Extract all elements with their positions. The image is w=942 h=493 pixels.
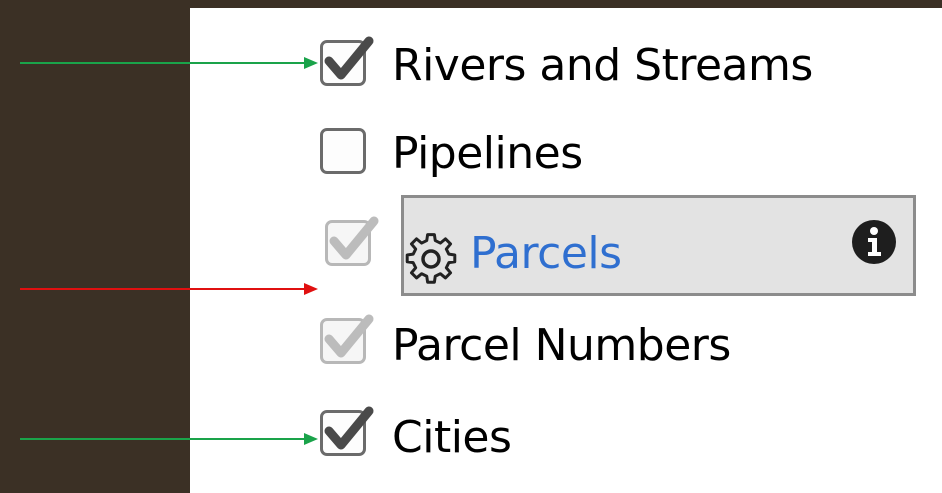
checkmark-icon (324, 406, 374, 450)
left-dark-strip (0, 0, 190, 493)
gear-icon[interactable] (398, 226, 464, 292)
layer-checkbox-cities[interactable] (320, 406, 374, 456)
layer-label: Cities (392, 412, 512, 463)
layer-checkbox-parcel-numbers[interactable] (320, 314, 374, 364)
layer-label: Parcel Numbers (392, 320, 731, 371)
layer-checkbox-rivers[interactable] (320, 36, 374, 86)
layer-label-selected: Parcels (470, 228, 622, 279)
checkmark-icon (329, 216, 379, 260)
checkmark-icon (324, 36, 374, 80)
layer-checkbox-parcels[interactable] (325, 216, 379, 266)
layer-label: Pipelines (392, 128, 583, 179)
layer-checkbox-pipelines[interactable] (320, 128, 366, 174)
checkmark-icon (324, 314, 374, 358)
info-icon[interactable] (850, 218, 898, 266)
layer-label: Rivers and Streams (392, 40, 813, 91)
